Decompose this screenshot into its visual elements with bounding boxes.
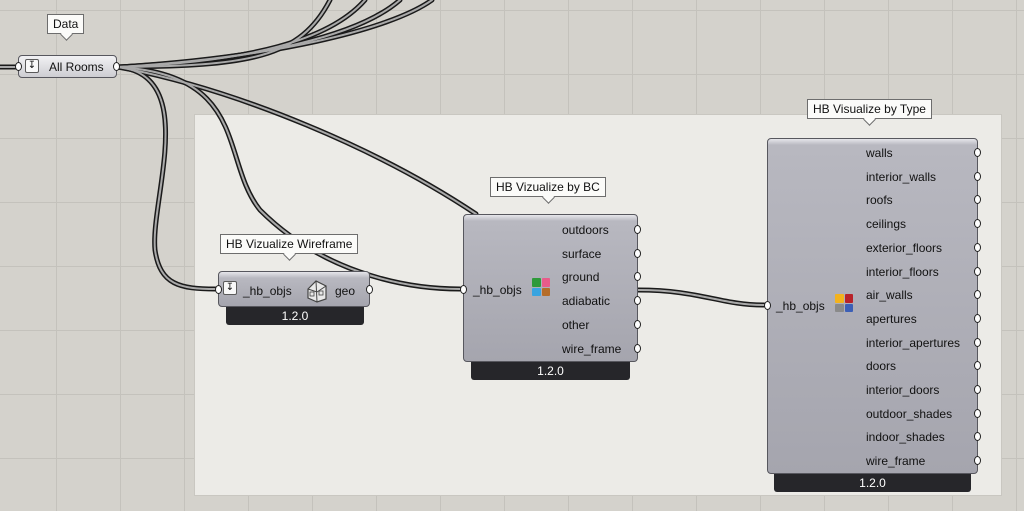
type-output-interior-floors: interior_floors xyxy=(866,265,939,279)
bc-color-icon xyxy=(532,278,550,296)
type-input-label: _hb_objs xyxy=(776,299,825,313)
type-icon-blue xyxy=(844,303,853,312)
type-output-interior-apertures: interior_apertures xyxy=(866,336,961,350)
output-grip-doors[interactable] xyxy=(974,361,981,370)
wire-top-1 xyxy=(115,0,368,70)
bc-output-other: other xyxy=(562,318,590,332)
output-grip-interior-apertures[interactable] xyxy=(974,338,981,347)
bc-icon-blue xyxy=(532,287,541,296)
wire-top-4 xyxy=(115,0,333,70)
input-grip[interactable] xyxy=(460,285,467,294)
type-output-walls: walls xyxy=(866,146,893,160)
hb-visualize-wireframe-component[interactable]: ↧ _hb_objs geo xyxy=(215,271,373,307)
type-output-air-walls: air_walls xyxy=(866,288,913,302)
type-output-indoor-shades: indoor_shades xyxy=(866,430,945,444)
hb-visualize-by-bc-component[interactable]: _hb_objs outdoors surface ground adiabat… xyxy=(460,214,641,362)
type-icon-yellow xyxy=(835,294,844,303)
output-grip-ceilings[interactable] xyxy=(974,219,981,228)
wire-top-3 xyxy=(115,0,435,70)
output-grip[interactable] xyxy=(366,285,373,294)
type-color-icon xyxy=(835,294,853,312)
input-grip[interactable] xyxy=(215,285,222,294)
output-grip-surface[interactable] xyxy=(634,249,641,258)
output-grip-outdoor-shades[interactable] xyxy=(974,409,981,418)
output-grip-outdoors[interactable] xyxy=(634,225,641,234)
wireframe-input-label: _hb_objs xyxy=(243,284,292,298)
by-type-tag: HB Visualize by Type xyxy=(807,99,932,119)
output-grip-walls[interactable] xyxy=(974,148,981,157)
wireframe-tag: HB Vizualize Wireframe xyxy=(220,234,359,254)
bc-icon-brown xyxy=(541,287,550,296)
output-grip-wire-frame[interactable] xyxy=(974,456,981,465)
input-grip[interactable] xyxy=(764,301,771,310)
output-grip-interior-floors[interactable] xyxy=(974,267,981,276)
type-output-exterior-floors: exterior_floors xyxy=(866,241,943,255)
all-rooms-param[interactable]: ↧ All Rooms xyxy=(15,55,120,78)
expand-arrow-icon[interactable]: ↧ xyxy=(223,281,237,295)
type-output-ceilings: ceilings xyxy=(866,217,907,231)
output-grip-air-walls[interactable] xyxy=(974,290,981,299)
output-grip-interior-walls[interactable] xyxy=(974,172,981,181)
bc-output-ground: ground xyxy=(562,270,600,284)
output-grip-exterior-floors[interactable] xyxy=(974,243,981,252)
bc-input-label: _hb_objs xyxy=(473,283,522,297)
output-grip-adiabatic[interactable] xyxy=(634,296,641,305)
hb-visualize-by-type-component[interactable]: _hb_objs walls interior_walls roofs ceil… xyxy=(764,138,981,474)
type-output-outdoor-shades: outdoor_shades xyxy=(866,407,953,421)
output-grip-wire-frame[interactable] xyxy=(634,344,641,353)
output-grip-apertures[interactable] xyxy=(974,314,981,323)
bc-icon-pink xyxy=(541,278,550,287)
by-type-version: 1.2.0 xyxy=(774,474,971,492)
expand-arrow-icon[interactable]: ↧ xyxy=(25,59,39,73)
bc-output-wire-frame: wire_frame xyxy=(562,342,622,356)
by-bc-version: 1.2.0 xyxy=(471,362,630,380)
output-grip-interior-doors[interactable] xyxy=(974,385,981,394)
bc-output-adiabatic: adiabatic xyxy=(562,294,611,308)
type-output-roofs: roofs xyxy=(866,193,893,207)
input-grip[interactable] xyxy=(15,62,22,71)
type-output-interior-doors: interior_doors xyxy=(866,383,940,397)
type-icon-gray xyxy=(835,303,844,312)
all-rooms-label: All Rooms xyxy=(49,60,104,74)
output-grip-roofs[interactable] xyxy=(974,195,981,204)
type-output-interior-walls: interior_walls xyxy=(866,170,937,184)
output-grip-other[interactable] xyxy=(634,320,641,329)
type-output-wire-frame: wire_frame xyxy=(866,454,926,468)
output-grip[interactable] xyxy=(113,62,120,71)
bc-output-outdoors: outdoors xyxy=(562,223,609,237)
type-output-doors: doors xyxy=(866,359,897,373)
output-grip-ground[interactable] xyxy=(634,272,641,281)
type-icon-red xyxy=(844,294,853,303)
type-output-apertures: apertures xyxy=(866,312,917,326)
output-grip-indoor-shades[interactable] xyxy=(974,432,981,441)
house-icon xyxy=(307,280,327,303)
data-tag: Data xyxy=(47,14,85,34)
by-bc-tag: HB Vizualize by BC xyxy=(490,177,606,197)
wireframe-version: 1.2.0 xyxy=(226,307,364,325)
bc-icon-green xyxy=(532,278,541,287)
bc-output-surface: surface xyxy=(562,247,602,261)
wire-top-2 xyxy=(115,0,403,70)
wireframe-output-label: geo xyxy=(335,284,356,298)
